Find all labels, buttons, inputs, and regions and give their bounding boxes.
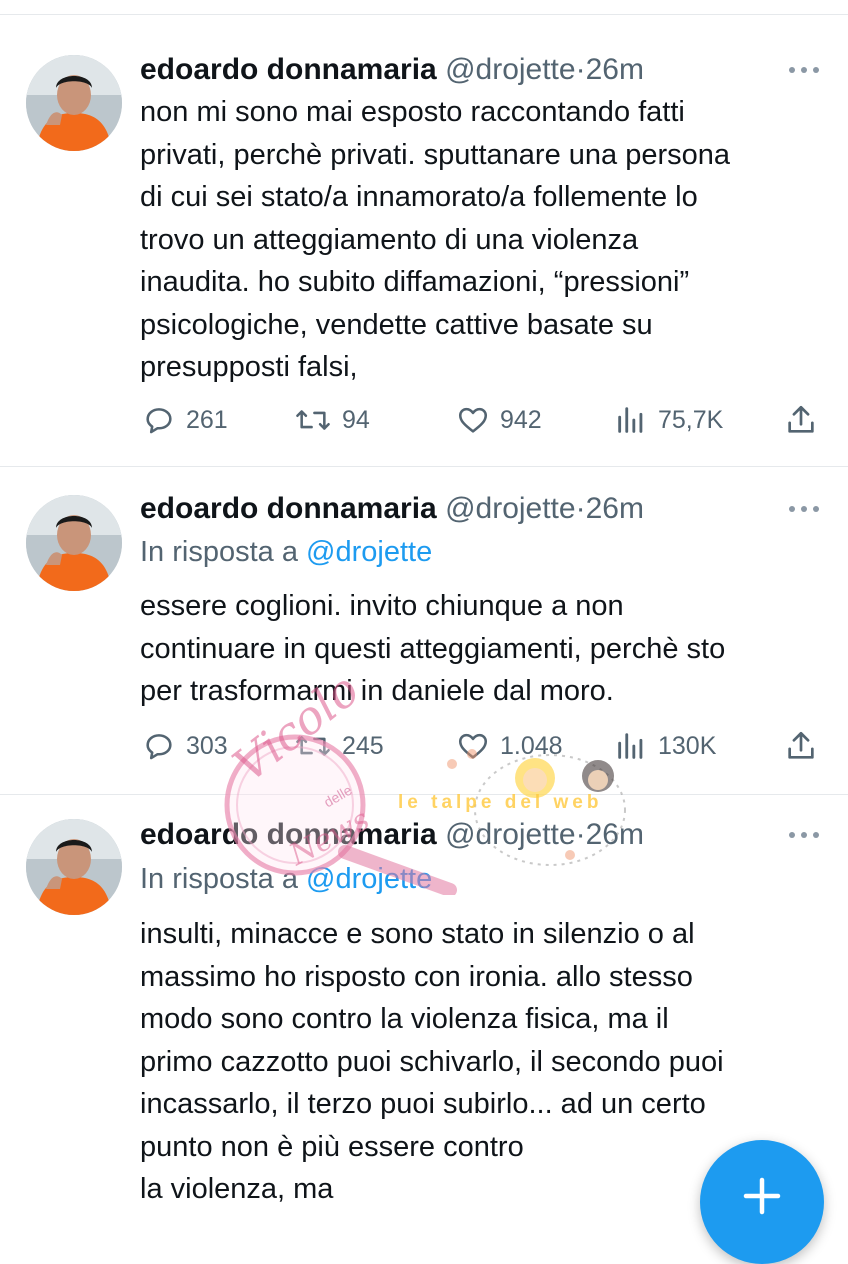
views-count: 75,7K <box>658 405 724 434</box>
avatar[interactable] <box>26 55 122 151</box>
more-options-button[interactable] <box>786 52 822 88</box>
reply-button[interactable]: 303 <box>142 726 228 766</box>
more-options-button[interactable] <box>786 491 822 527</box>
reply-context: In risposta a @drojette <box>140 534 432 570</box>
reply-bubble-icon <box>146 734 172 760</box>
share-button[interactable] <box>784 726 828 766</box>
timestamp[interactable]: 26m <box>586 53 644 86</box>
avatar-image <box>26 819 122 915</box>
share-button[interactable] <box>784 400 828 440</box>
reply-prefix: In risposta a <box>140 863 307 895</box>
tweet-text-line: psicologiche, vendette cattive basate su <box>140 308 653 341</box>
tweet-text-line: massimo ho risposto con ironia. allo ste… <box>140 960 693 993</box>
heart-icon <box>458 407 488 433</box>
avatar[interactable] <box>26 819 122 915</box>
like-count: 1.048 <box>500 731 563 760</box>
like-button[interactable]: 942 <box>456 400 542 440</box>
author-handle[interactable]: @drojette <box>445 53 576 86</box>
views-bar-chart-icon <box>618 733 643 759</box>
avatar-image <box>26 495 122 591</box>
timestamp[interactable]: 26m <box>586 818 644 851</box>
tweet-actions: 261 94 942 75,7K <box>140 400 830 440</box>
more-horizontal-icon <box>789 832 819 838</box>
retweet-button[interactable]: 94 <box>294 400 370 440</box>
separator-dot: · <box>575 818 586 851</box>
compose-tweet-button[interactable] <box>700 1140 824 1264</box>
more-options-button[interactable] <box>786 817 822 853</box>
tweet-text-line: continuare in questi atteggiamenti, perc… <box>140 632 726 665</box>
like-count: 942 <box>500 405 542 434</box>
retweet-icon <box>296 410 330 430</box>
tweet-text-line: modo sono contro la violenza fisica, ma … <box>140 1003 669 1035</box>
tweet-text-line: inaudita. ho subito diffamazioni, “press… <box>140 266 690 298</box>
tweet-text-line: insulti, minacce e sono stato in silenzi… <box>140 918 695 950</box>
views-button[interactable]: 130K <box>614 726 716 766</box>
reply-mention-link[interactable]: @drojette <box>306 863 432 895</box>
reply-context: In risposta a @drojette <box>140 861 432 897</box>
tweet-text-line: per trasformarmi in daniele dal moro. <box>140 675 614 707</box>
tweet-text: non mi sono mai esposto raccontando fatt… <box>140 91 830 389</box>
views-count: 130K <box>658 731 717 760</box>
views-bar-chart-icon <box>618 407 643 433</box>
views-button[interactable]: 75,7K <box>614 400 723 440</box>
tweet-text-line: privati, perchè privati. sputtanare una … <box>140 138 731 171</box>
tweet-1[interactable]: edoardo donnamaria @drojette·26m non mi … <box>0 0 848 467</box>
tweet-text-line: trovo un atteggiamento di una violenza <box>140 223 639 256</box>
author-handle[interactable]: @drojette <box>445 818 576 851</box>
tweet-header: edoardo donnamaria @drojette·26m <box>140 817 644 853</box>
tweet-text-line: di cui sei stato/a innamorato/a follemen… <box>140 181 698 213</box>
compose-plus-icon <box>743 1177 781 1215</box>
reply-bubble-icon <box>146 408 172 434</box>
author-handle[interactable]: @drojette <box>445 492 576 525</box>
tweet-text-line: non mi sono mai esposto raccontando fatt… <box>140 96 685 128</box>
avatar[interactable] <box>26 495 122 591</box>
tweet-header: edoardo donnamaria @drojette·26m <box>140 491 644 527</box>
reply-mention-link[interactable]: @drojette <box>306 536 432 568</box>
author-name[interactable]: edoardo donnamaria <box>140 53 437 86</box>
tweet-2[interactable]: edoardo donnamaria @drojette·26m In risp… <box>0 467 848 795</box>
tweet-text: essere coglioni. invito chiunque a non c… <box>140 585 830 713</box>
author-name[interactable]: edoardo donnamaria <box>140 492 437 525</box>
retweet-count: 94 <box>342 405 370 434</box>
tweet-text-line: primo cazzotto puoi schivarlo, il second… <box>140 1045 724 1078</box>
share-icon <box>788 405 814 433</box>
like-button[interactable]: 1.048 <box>456 726 563 766</box>
reply-count: 303 <box>186 731 228 760</box>
tweet-header: edoardo donnamaria @drojette·26m <box>140 52 644 88</box>
retweet-icon <box>296 736 330 756</box>
author-name[interactable]: edoardo donnamaria <box>140 818 437 851</box>
share-icon <box>788 731 814 759</box>
tweet-3[interactable]: edoardo donnamaria @drojette·26m In risp… <box>0 795 848 1205</box>
reply-button[interactable]: 261 <box>142 400 228 440</box>
tweet-text-line: essere coglioni. invito chiunque a non <box>140 590 624 622</box>
reply-count: 261 <box>186 405 228 434</box>
tweet-text-line: presupposti falsi, <box>140 351 358 383</box>
tweet-text-line: incassarlo, il terzo puoi subirlo... ad … <box>140 1088 706 1120</box>
retweet-count: 245 <box>342 731 384 760</box>
reply-prefix: In risposta a <box>140 536 307 568</box>
retweet-button[interactable]: 245 <box>294 726 384 766</box>
timestamp[interactable]: 26m <box>586 492 644 525</box>
more-horizontal-icon <box>789 506 819 512</box>
more-horizontal-icon <box>789 67 819 73</box>
avatar-image <box>26 55 122 151</box>
heart-icon <box>458 733 488 759</box>
separator-dot: · <box>575 53 586 86</box>
tweet-actions: 303 245 1.048 130K <box>140 726 830 766</box>
separator-dot: · <box>575 492 586 525</box>
